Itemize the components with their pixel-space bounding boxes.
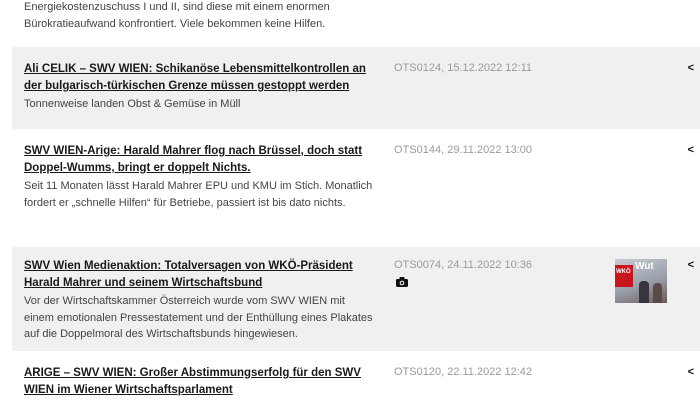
item-description: Tonnenweise landen Obst & Gemüse in Müll xyxy=(24,98,241,110)
list-item: SWV Wien Medienaktion: Totalversagen von… xyxy=(12,247,700,351)
item-title-link[interactable]: Ali CELIK – SWV WIEN: Schikanöse Lebensm… xyxy=(24,61,374,95)
item-spacer xyxy=(12,351,700,361)
list-item: SWV WIEN-Arige: Harald Mahrer flog nach … xyxy=(12,137,700,237)
item-description: Energiekostenzuschuss I und II, sind die… xyxy=(24,1,330,30)
thumbnail-text: Wut xyxy=(635,261,654,272)
share-icon[interactable]: < xyxy=(688,144,694,156)
item-description: Seit 11 Monaten lässt Harald Mahrer EPU … xyxy=(24,180,373,209)
item-title-link[interactable]: ARIGE – SWV WIEN: Großer Abstimmungserfo… xyxy=(24,365,374,399)
item-title-link[interactable]: SWV Wien Medienaktion: Totalversagen von… xyxy=(24,258,374,292)
item-meta: OTS0144, 29.11.2022 13:00 xyxy=(394,144,533,156)
share-icon[interactable]: < xyxy=(688,366,694,378)
item-title-link[interactable]: SWV WIEN-Arige: Harald Mahrer flog nach … xyxy=(24,143,374,177)
list-item: Ali CELIK – SWV WIEN: Schikanöse Lebensm… xyxy=(12,47,700,129)
item-spacer xyxy=(12,237,700,247)
press-release-list: Energiekostenzuschuss I und II, sind die… xyxy=(12,0,700,401)
camera-icon xyxy=(396,277,408,287)
thumbnail-image[interactable]: Wut WKÖ xyxy=(615,259,667,303)
list-item: Energiekostenzuschuss I und II, sind die… xyxy=(12,0,700,47)
thumbnail-figure xyxy=(653,283,662,303)
share-icon[interactable]: < xyxy=(688,62,694,74)
item-spacer xyxy=(12,129,700,137)
item-meta: OTS0074, 24.11.2022 10:36 xyxy=(394,259,533,271)
list-item: ARIGE – SWV WIEN: Großer Abstimmungserfo… xyxy=(12,361,700,401)
item-meta: OTS0120, 22.11.2022 12:42 xyxy=(394,366,533,378)
item-meta: OTS0124, 15.12.2022 12:11 xyxy=(394,62,533,74)
item-description: Vor der Wirtschaftskammer Österreich wur… xyxy=(24,295,373,340)
thumbnail-text: WKÖ xyxy=(616,269,631,275)
share-icon[interactable]: < xyxy=(688,259,694,271)
thumbnail-figure xyxy=(639,281,649,303)
